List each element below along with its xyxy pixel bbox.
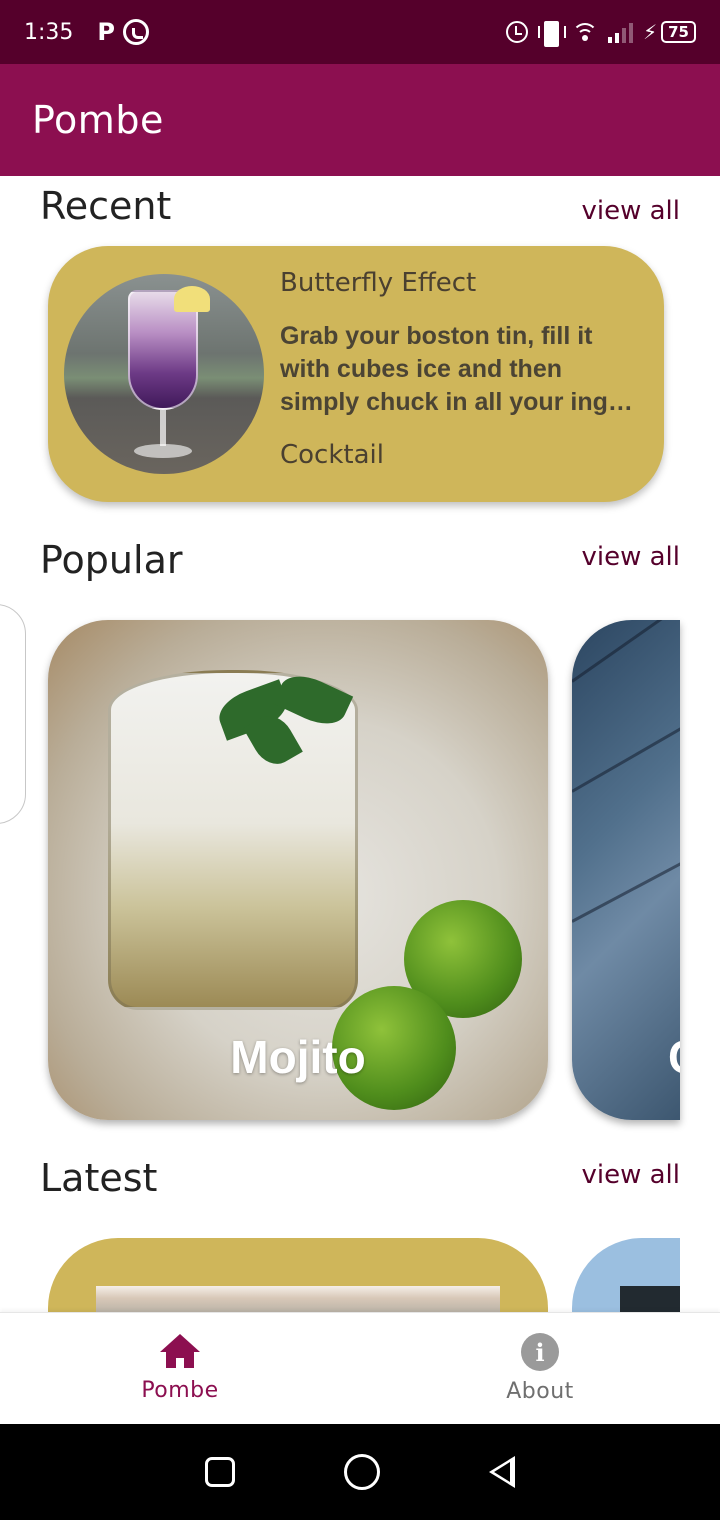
alarm-icon xyxy=(506,21,529,43)
popular-card[interactable]: C xyxy=(572,620,680,1120)
app-title: Pombe xyxy=(32,98,164,142)
battery-level: 75 xyxy=(661,21,696,43)
popular-card[interactable]: Mojito xyxy=(48,620,548,1120)
latest-card[interactable] xyxy=(572,1238,680,1312)
main-content[interactable]: Recent view all Butterfly Effect Grab yo… xyxy=(0,176,720,1312)
nav-item-pombe[interactable]: Pombe xyxy=(0,1313,360,1424)
recent-view-all-link[interactable]: view all xyxy=(581,196,680,226)
vibrate-icon xyxy=(538,21,567,47)
system-icons: ⚡ 75 xyxy=(506,20,696,47)
popular-section-header: Popular view all xyxy=(40,538,680,582)
drink-name: Butterfly Effect xyxy=(280,268,477,298)
p-icon: P xyxy=(97,18,115,46)
drink-category: Cocktail xyxy=(280,440,384,470)
drink-image xyxy=(620,1286,680,1312)
signal-icon xyxy=(608,21,634,43)
recent-section-header: Recent view all xyxy=(40,184,680,228)
recent-drink-card[interactable]: Butterfly Effect Grab your boston tin, f… xyxy=(48,246,664,502)
drink-description: Grab your boston tin, fill it with cubes… xyxy=(280,322,633,416)
latest-title: Latest xyxy=(40,1156,158,1200)
charging-icon: ⚡ xyxy=(643,20,658,44)
nav-label: Pombe xyxy=(141,1378,219,1403)
edge-panel-handle[interactable] xyxy=(0,604,26,824)
system-navigation-bar xyxy=(0,1424,720,1520)
nav-label: About xyxy=(506,1379,574,1404)
home-icon xyxy=(160,1334,200,1370)
recents-icon[interactable] xyxy=(204,1457,235,1487)
recent-title: Recent xyxy=(40,184,172,228)
latest-view-all-link[interactable]: view all xyxy=(581,1160,680,1190)
bottom-navigation: Pombe i About xyxy=(0,1312,720,1424)
popular-card-title: Mojito xyxy=(230,1031,366,1083)
drink-image xyxy=(96,1286,500,1312)
info-icon: i xyxy=(521,1333,559,1371)
latest-card[interactable] xyxy=(48,1238,548,1312)
status-time: 1:35 xyxy=(24,19,74,45)
popular-view-all-link[interactable]: view all xyxy=(581,542,680,572)
popular-title: Popular xyxy=(40,538,183,582)
wifi-icon xyxy=(572,21,599,43)
notification-icons: P xyxy=(97,18,149,46)
whatsapp-icon xyxy=(123,19,149,45)
status-bar: 1:35 P ⚡ 75 xyxy=(0,0,720,64)
latest-section-header: Latest view all xyxy=(40,1156,680,1200)
drink-thumbnail xyxy=(64,274,264,474)
nav-item-about[interactable]: i About xyxy=(360,1313,720,1424)
battery-indicator: ⚡ 75 xyxy=(643,20,696,44)
home-circle-icon[interactable] xyxy=(343,1454,380,1490)
back-icon[interactable] xyxy=(489,1456,516,1488)
app-bar: Pombe xyxy=(0,64,720,176)
popular-card-title: C xyxy=(668,1030,680,1084)
